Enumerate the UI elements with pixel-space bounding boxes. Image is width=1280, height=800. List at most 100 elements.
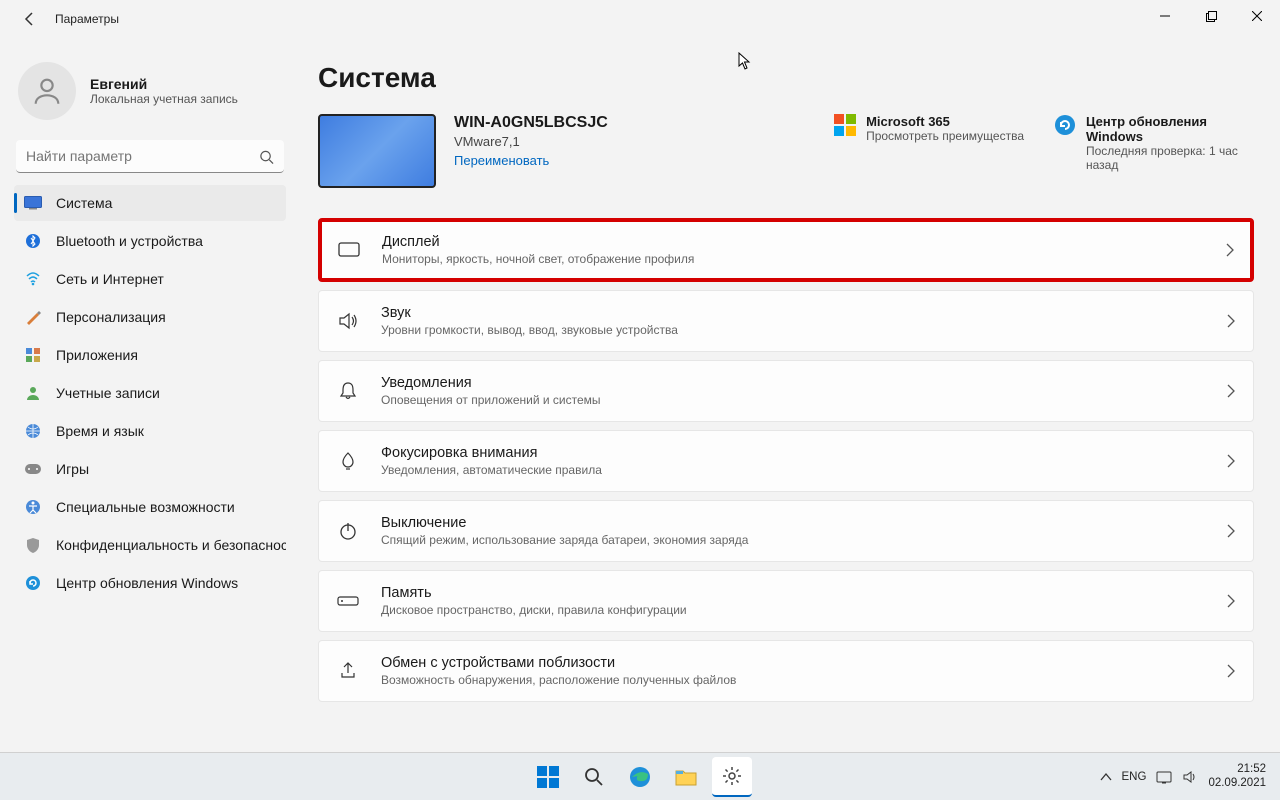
card-power[interactable]: Выключение Спящий режим, использование з…: [318, 500, 1254, 562]
quicklink-sub: Просмотреть преимущества: [866, 129, 1024, 143]
system-icon: [24, 194, 42, 212]
window-controls: [1142, 0, 1280, 32]
microsoft-logo-icon: [834, 114, 856, 136]
card-nearby-sharing[interactable]: Обмен с устройствами поблизости Возможно…: [318, 640, 1254, 702]
chevron-right-icon: [1227, 594, 1235, 608]
accounts-icon: [24, 384, 42, 402]
chevron-right-icon: [1227, 454, 1235, 468]
device-row: WIN-A0GN5LBCSJC VMware7,1 Переименовать …: [318, 114, 1254, 188]
time-language-icon: [24, 422, 42, 440]
windows-update-icon: [24, 574, 42, 592]
sidebar-item-personalization[interactable]: Персонализация: [14, 299, 286, 335]
user-name: Евгений: [90, 76, 238, 92]
sidebar-nav: Система Bluetooth и устройства Сеть и Ин…: [14, 185, 286, 601]
taskbar: ENG 21:52 02.09.2021: [0, 752, 1280, 800]
nearby-sharing-icon: [337, 660, 359, 682]
minimize-button[interactable]: [1142, 0, 1188, 32]
avatar: [18, 62, 76, 120]
tray-date: 02.09.2021: [1208, 777, 1266, 791]
card-sub: Уведомления, автоматические правила: [381, 463, 602, 477]
notifications-icon: [337, 380, 359, 402]
sidebar-item-time-language[interactable]: Время и язык: [14, 413, 286, 449]
card-sub: Мониторы, яркость, ночной свет, отображе…: [382, 252, 694, 266]
chevron-right-icon: [1227, 384, 1235, 398]
card-title: Уведомления: [381, 375, 601, 391]
gaming-icon: [24, 460, 42, 478]
taskbar-explorer[interactable]: [666, 757, 706, 797]
quicklink-title: Microsoft 365: [866, 114, 1024, 129]
user-profile[interactable]: Евгений Локальная учетная запись: [14, 58, 286, 134]
taskbar-settings[interactable]: [712, 757, 752, 797]
maximize-button[interactable]: [1188, 0, 1234, 32]
card-sub: Возможность обнаружения, расположение по…: [381, 673, 736, 687]
card-storage[interactable]: Память Дисковое пространство, диски, пра…: [318, 570, 1254, 632]
quicklink-microsoft365[interactable]: Microsoft 365 Просмотреть преимущества: [834, 114, 1024, 172]
device-name: WIN-A0GN5LBCSJC: [454, 114, 608, 132]
sidebar-item-label: Приложения: [56, 347, 138, 363]
back-button[interactable]: [20, 9, 40, 29]
sidebar-item-network[interactable]: Сеть и Интернет: [14, 261, 286, 297]
accessibility-icon: [24, 498, 42, 516]
quicklink-sub: Последняя проверка: 1 час назад: [1086, 144, 1254, 172]
search-icon: [259, 149, 274, 164]
page-title: Система: [318, 62, 1254, 94]
tray-clock[interactable]: 21:52 02.09.2021: [1208, 763, 1266, 791]
rename-link[interactable]: Переименовать: [454, 153, 608, 168]
tray-chevron-up-icon[interactable]: [1100, 773, 1112, 781]
chevron-right-icon: [1227, 664, 1235, 678]
privacy-icon: [24, 536, 42, 554]
card-display[interactable]: Дисплей Мониторы, яркость, ночной свет, …: [318, 218, 1254, 282]
sidebar-item-accessibility[interactable]: Специальные возможности: [14, 489, 286, 525]
sidebar-item-label: Bluetooth и устройства: [56, 233, 203, 249]
device-model: VMware7,1: [454, 134, 608, 149]
taskbar-search[interactable]: [574, 757, 614, 797]
card-title: Выключение: [381, 515, 748, 531]
tray-time: 21:52: [1208, 763, 1266, 777]
windows-update-icon: [1054, 114, 1076, 136]
close-button[interactable]: [1234, 0, 1280, 32]
tray-language[interactable]: ENG: [1122, 771, 1147, 783]
bluetooth-icon: [24, 232, 42, 250]
sidebar-item-label: Центр обновления Windows: [56, 575, 238, 591]
sidebar-item-system[interactable]: Система: [14, 185, 286, 221]
display-icon: [338, 239, 360, 261]
apps-icon: [24, 346, 42, 364]
sidebar-item-windows-update[interactable]: Центр обновления Windows: [14, 565, 286, 601]
card-title: Дисплей: [382, 234, 694, 250]
quicklink-title: Центр обновления Windows: [1086, 114, 1254, 144]
sidebar-item-privacy[interactable]: Конфиденциальность и безопасность: [14, 527, 286, 563]
sidebar-item-label: Система: [56, 195, 112, 211]
taskbar-edge[interactable]: [620, 757, 660, 797]
tray-network-icon[interactable]: [1156, 770, 1172, 784]
card-sub: Оповещения от приложений и системы: [381, 393, 601, 407]
sidebar-item-bluetooth[interactable]: Bluetooth и устройства: [14, 223, 286, 259]
chevron-right-icon: [1227, 314, 1235, 328]
chevron-right-icon: [1226, 243, 1234, 257]
sidebar-item-label: Сеть и Интернет: [56, 271, 164, 287]
sidebar-item-label: Специальные возможности: [56, 499, 235, 515]
sidebar-item-accounts[interactable]: Учетные записи: [14, 375, 286, 411]
chevron-right-icon: [1227, 524, 1235, 538]
sound-icon: [337, 310, 359, 332]
storage-icon: [337, 590, 359, 612]
card-sound[interactable]: Звук Уровни громкости, вывод, ввод, звук…: [318, 290, 1254, 352]
tray-volume-icon[interactable]: [1182, 770, 1198, 784]
card-notifications[interactable]: Уведомления Оповещения от приложений и с…: [318, 360, 1254, 422]
sidebar-item-gaming[interactable]: Игры: [14, 451, 286, 487]
personalization-icon: [24, 308, 42, 326]
card-focus-assist[interactable]: Фокусировка внимания Уведомления, автома…: [318, 430, 1254, 492]
cursor-arrow-icon: [738, 52, 754, 70]
quicklink-windows-update[interactable]: Центр обновления Windows Последняя прове…: [1054, 114, 1254, 172]
sidebar: Евгений Локальная учетная запись Система…: [0, 38, 300, 752]
sidebar-item-label: Игры: [56, 461, 89, 477]
search-field-wrap: [16, 140, 284, 173]
sidebar-item-apps[interactable]: Приложения: [14, 337, 286, 373]
user-account-type: Локальная учетная запись: [90, 92, 238, 106]
card-title: Обмен с устройствами поблизости: [381, 655, 736, 671]
card-title: Фокусировка внимания: [381, 445, 602, 461]
sidebar-item-label: Время и язык: [56, 423, 144, 439]
start-button[interactable]: [528, 757, 568, 797]
sidebar-item-label: Персонализация: [56, 309, 166, 325]
sidebar-item-label: Учетные записи: [56, 385, 160, 401]
search-input[interactable]: [16, 140, 284, 173]
